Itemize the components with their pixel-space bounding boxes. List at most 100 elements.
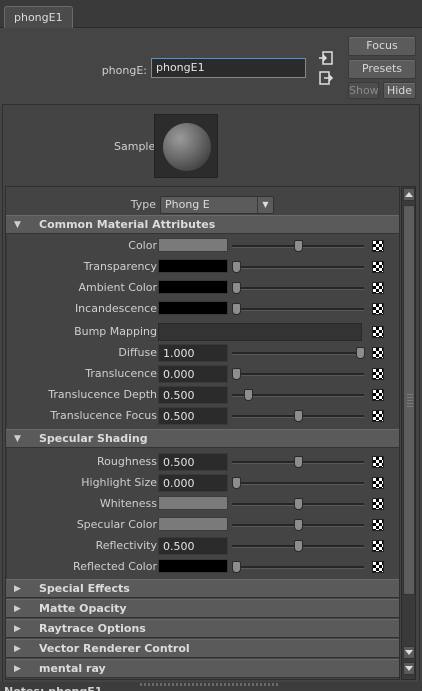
section-header-specular[interactable]: ▼ Specular Shading [6, 429, 399, 448]
map-texture-checker-icon[interactable] [372, 561, 384, 573]
reflected-color-slider-thumb[interactable] [232, 561, 241, 573]
map-texture-checker-icon[interactable] [372, 240, 384, 252]
color-swatch[interactable] [158, 238, 228, 252]
translucence-depth-field[interactable]: 0.500 [158, 386, 228, 404]
section-header-raytrace-options[interactable]: ▶ Raytrace Options [6, 619, 399, 638]
attr-row-reflected-color: Reflected Color [6, 557, 399, 578]
expanded-arrow-icon: ▼ [14, 220, 21, 230]
attr-row-transparency: Transparency [6, 257, 399, 278]
highlight-size-field[interactable]: 0.000 [158, 474, 228, 492]
section-header-matte-opacity[interactable]: ▶ Matte Opacity [6, 599, 399, 618]
roughness-label: Roughness [96, 455, 157, 468]
translucence-field[interactable]: 0.000 [158, 365, 228, 383]
map-texture-checker-icon[interactable] [372, 303, 384, 315]
grip-icon [407, 394, 413, 408]
reflected-color-label: Reflected Color [73, 560, 157, 573]
highlight-size-slider-thumb[interactable] [232, 477, 241, 489]
ambient-color-slider-track[interactable] [232, 287, 364, 290]
section-title: Matte Opacity [39, 602, 127, 615]
scroll-up-button[interactable] [403, 188, 415, 201]
translucence-slider-thumb[interactable] [232, 368, 241, 380]
map-texture-checker-icon[interactable] [372, 477, 384, 489]
material-sphere-preview [163, 123, 211, 171]
map-texture-checker-icon[interactable] [372, 326, 384, 338]
node-name-field[interactable]: phongE1 [151, 58, 306, 78]
section-header-mental-ray[interactable]: ▶ mental ray [6, 659, 399, 678]
section-header-common-material[interactable]: ▼ Common Material Attributes [6, 215, 399, 234]
map-texture-checker-icon[interactable] [372, 282, 384, 294]
reflectivity-field[interactable]: 0.500 [158, 537, 228, 555]
attributes-scroll-area[interactable]: Type Phong E ▼ ▼ Common Material Attribut… [5, 186, 400, 680]
attr-row-incandescence: Incandescence [6, 299, 399, 320]
translucence-focus-field[interactable]: 0.500 [158, 407, 228, 425]
scroll-down-button[interactable] [403, 662, 415, 675]
scroll-down-2-button[interactable] [403, 646, 415, 659]
collapsed-arrow-icon: ▶ [14, 584, 21, 594]
presets-button[interactable]: Presets [348, 59, 416, 79]
color-slider-thumb[interactable] [294, 240, 303, 252]
map-texture-checker-icon[interactable] [372, 347, 384, 359]
specular-color-slider-thumb[interactable] [294, 519, 303, 531]
map-texture-checker-icon[interactable] [372, 261, 384, 273]
whiteness-slider-thumb[interactable] [294, 498, 303, 510]
translucence-focus-slider-thumb[interactable] [294, 410, 303, 422]
map-texture-checker-icon[interactable] [372, 519, 384, 531]
map-texture-checker-icon[interactable] [372, 456, 384, 468]
translucence-focus-label: Translucence Focus [50, 409, 157, 422]
reflectivity-slider-thumb[interactable] [294, 540, 303, 552]
roughness-slider-thumb[interactable] [294, 456, 303, 468]
transparency-slider-thumb[interactable] [232, 261, 241, 273]
arrow-down-icon [405, 650, 413, 655]
diffuse-field[interactable]: 1.000 [158, 344, 228, 362]
highlight-size-slider-track[interactable] [232, 482, 364, 485]
vertical-scrollbar[interactable] [401, 186, 416, 680]
diffuse-slider-track[interactable] [232, 352, 364, 355]
incandescence-swatch[interactable] [158, 301, 228, 315]
tab-phonge1[interactable]: phongE1 [4, 6, 73, 28]
section-title: Vector Renderer Control [39, 642, 190, 655]
show-button[interactable]: Show [348, 82, 379, 99]
section-header-special-effects[interactable]: ▶ Special Effects [6, 579, 399, 598]
output-connections-icon[interactable] [318, 70, 334, 86]
focus-button[interactable]: Focus [348, 36, 416, 56]
map-texture-checker-icon[interactable] [372, 540, 384, 552]
scrollbar-thumb[interactable] [403, 205, 415, 595]
type-row: Type Phong E ▼ [6, 190, 399, 218]
type-label: Type [130, 198, 156, 211]
roughness-field[interactable]: 0.500 [158, 453, 228, 471]
diffuse-label: Diffuse [118, 346, 157, 359]
attr-row-ambient-color: Ambient Color [6, 278, 399, 299]
map-texture-checker-icon[interactable] [372, 368, 384, 380]
specular-color-swatch[interactable] [158, 517, 228, 531]
ambient-color-label: Ambient Color [78, 281, 157, 294]
incandescence-slider-track[interactable] [232, 308, 364, 311]
whiteness-swatch[interactable] [158, 496, 228, 510]
resize-grip-icon[interactable] [140, 683, 280, 686]
attr-row-whiteness: Whiteness [6, 494, 399, 515]
ambient-color-swatch[interactable] [158, 280, 228, 294]
map-texture-checker-icon[interactable] [372, 389, 384, 401]
reflected-color-slider-track[interactable] [232, 566, 364, 569]
chevron-down-icon: ▼ [257, 197, 273, 213]
map-texture-checker-icon[interactable] [372, 498, 384, 510]
hide-button[interactable]: Hide [383, 82, 416, 99]
bump-mapping-field[interactable] [158, 323, 362, 341]
input-connections-icon[interactable] [318, 50, 334, 66]
map-texture-checker-icon[interactable] [372, 410, 384, 422]
ambient-color-slider-thumb[interactable] [232, 282, 241, 294]
specular-color-label: Specular Color [76, 518, 157, 531]
highlight-size-label: Highlight Size [81, 476, 157, 489]
section-title: Common Material Attributes [39, 218, 216, 231]
incandescence-slider-thumb[interactable] [232, 303, 241, 315]
diffuse-slider-thumb[interactable] [356, 347, 365, 359]
transparency-swatch[interactable] [158, 259, 228, 273]
type-dropdown[interactable]: Phong E ▼ [160, 196, 274, 214]
transparency-slider-track[interactable] [232, 266, 364, 269]
sample-swatch[interactable] [154, 114, 218, 178]
translucence-depth-slider-thumb[interactable] [244, 389, 254, 401]
section-header-vector-renderer-control[interactable]: ▶ Vector Renderer Control [6, 639, 399, 658]
tab-bar: phongE1 [0, 0, 422, 28]
reflected-color-swatch[interactable] [158, 559, 228, 573]
translucence-slider-track[interactable] [232, 373, 364, 376]
reflectivity-label: Reflectivity [95, 539, 157, 552]
